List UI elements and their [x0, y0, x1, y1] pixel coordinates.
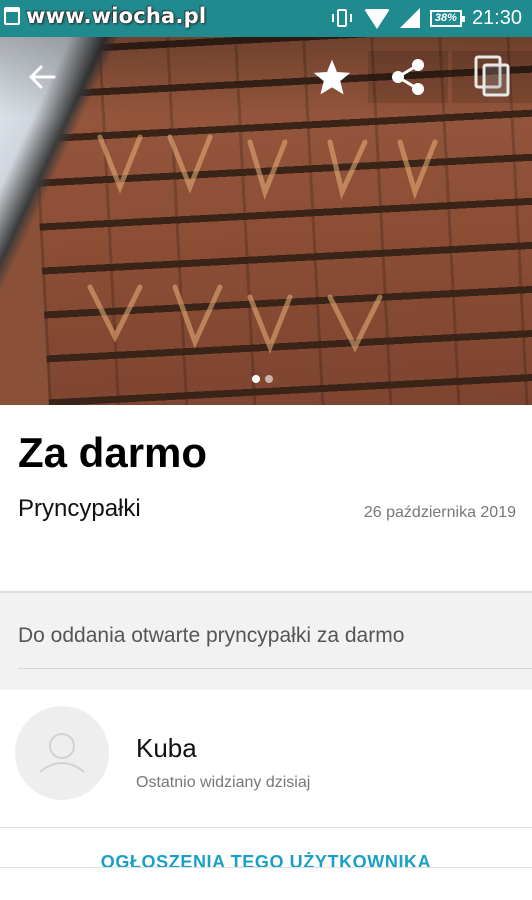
copy-icon: [474, 55, 510, 97]
favorite-button[interactable]: [304, 51, 360, 103]
description-divider: [18, 668, 532, 669]
star-icon: [313, 59, 351, 95]
share-button[interactable]: [368, 51, 448, 103]
listing-description: Do oddania otwarte pryncypałki za darmo: [18, 624, 405, 647]
listing-title: Za darmo: [18, 429, 208, 476]
status-bar: www.wiocha.pl 38% 21:30: [0, 0, 532, 37]
page-dot: [265, 375, 273, 383]
seller-last-seen: Ostatnio widziany dzisiaj: [136, 774, 311, 791]
listing-header-card: Za darmo Pryncypałki 26 października 201…: [0, 405, 532, 591]
gallery-button[interactable]: [452, 51, 532, 103]
status-left: www.wiocha.pl: [4, 4, 206, 28]
vibrate-icon: [330, 7, 354, 29]
signal-icon: [399, 8, 420, 28]
listing-photo[interactable]: [0, 37, 532, 405]
calendar-icon: [4, 7, 20, 25]
listing-date: 26 października 2019: [363, 504, 516, 521]
avatar[interactable]: [15, 706, 109, 800]
seller-name[interactable]: Kuba: [136, 733, 197, 764]
share-icon: [392, 59, 424, 95]
listing-category: Pryncypałki: [18, 495, 141, 522]
back-button[interactable]: [14, 55, 70, 99]
battery-indicator: 38%: [429, 9, 465, 27]
page-dot-active: [252, 375, 260, 383]
listing-description-section: Do oddania otwarte pryncypałki za darmo: [0, 606, 532, 670]
seller-divider: [0, 827, 532, 828]
section-divider: [0, 591, 532, 606]
wifi-icon: [363, 9, 390, 29]
clock: 21:30: [471, 6, 522, 29]
watermark: www.wiocha.pl: [26, 4, 207, 28]
status-right: 38% 21:30: [330, 6, 522, 30]
user-placeholder-icon: [39, 733, 85, 773]
photo-page-indicator: [252, 375, 273, 383]
bottom-sheet-edge: [0, 867, 532, 900]
back-arrow-icon: [29, 65, 56, 89]
